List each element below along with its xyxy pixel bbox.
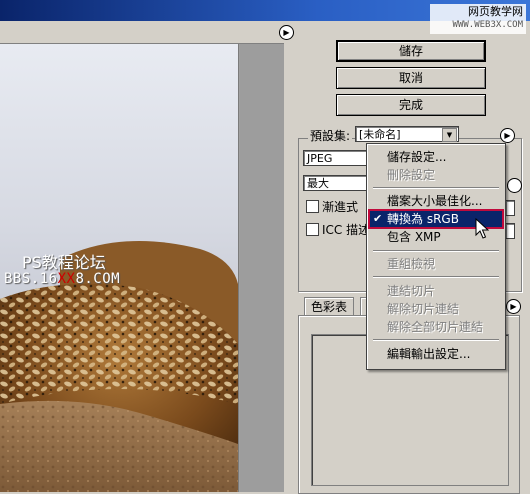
matte-field[interactable]: [505, 223, 515, 239]
menu-item-edit-output-settings[interactable]: 編輯輸出設定...: [369, 345, 503, 363]
menu-separator: [373, 339, 499, 341]
overlay-watermark-title: PS教程论坛: [22, 253, 106, 272]
settings-menu-arrow-icon[interactable]: ▶: [500, 128, 515, 143]
watermark-site-name: 网页教学网: [468, 5, 523, 18]
cancel-button[interactable]: 取消: [336, 67, 486, 89]
file-format-select[interactable]: JPEG: [303, 150, 367, 166]
icc-profile-label: ICC 描述: [322, 223, 371, 237]
quality-value: 最大: [307, 177, 329, 190]
preset-label: 預設集:: [308, 127, 353, 144]
site-watermark: 网页教学网 WWW.WEB3X.COM: [430, 4, 526, 34]
quality-select[interactable]: 最大: [303, 175, 367, 191]
menu-separator: [373, 276, 499, 278]
menu-separator: [373, 187, 499, 189]
menu-separator: [373, 250, 499, 252]
save-button[interactable]: 儲存: [336, 40, 486, 62]
menu-item-delete-settings: 刪除設定: [387, 168, 436, 182]
preview-gutter: [240, 44, 284, 492]
settings-dropdown-menu: 儲存設定... 刪除設定 檔案大小最佳化... ✔ 轉換為 sRGB 包含 XM…: [366, 143, 506, 370]
tab-color-table[interactable]: 色彩表: [304, 297, 355, 316]
progressive-checkbox[interactable]: [306, 200, 319, 213]
checkmark-icon: ✔: [373, 212, 383, 225]
preview-toolbar: ▶: [0, 21, 294, 44]
watermark-url: WWW.WEB3X.COM: [452, 20, 523, 30]
overlay-watermark-url: BBS.16XX8.COM: [4, 271, 121, 287]
chevron-down-icon[interactable]: ▼: [442, 128, 457, 142]
preview-menu-arrow-icon[interactable]: ▶: [279, 25, 294, 40]
icc-profile-checkbox[interactable]: [306, 223, 319, 236]
image-preview-frame[interactable]: PS教程论坛 BBS.16XX8.COM: [0, 44, 239, 492]
quality-option-icon[interactable]: [507, 178, 522, 193]
menu-item-optimize-file-size[interactable]: 檔案大小最佳化...: [369, 192, 503, 210]
mouse-cursor-icon: [475, 218, 489, 239]
menu-item-save-settings[interactable]: 儲存設定...: [369, 148, 503, 166]
menu-item-link-slices: 連結切片: [387, 284, 436, 298]
progressive-label: 漸進式: [322, 200, 359, 214]
blur-field[interactable]: [505, 200, 515, 216]
color-table-menu-arrow-icon[interactable]: ▶: [506, 299, 521, 314]
done-button[interactable]: 完成: [336, 94, 486, 116]
menu-item-convert-srgb-label: 轉換為 sRGB: [387, 212, 459, 226]
image-preview-area: ▶ PS教程论坛 BBS.16XX8.COM: [0, 21, 294, 492]
menu-item-unlink-slice: 解除切片連結: [387, 302, 460, 316]
menu-item-repopulate-views: 重組檢視: [387, 257, 436, 271]
menu-item-unlink-all-slices: 解除全部切片連結: [387, 320, 484, 334]
preset-select-value: [未命名]: [359, 128, 401, 141]
file-format-value: JPEG: [307, 152, 333, 165]
preset-select[interactable]: [未命名] ▼: [355, 126, 459, 142]
